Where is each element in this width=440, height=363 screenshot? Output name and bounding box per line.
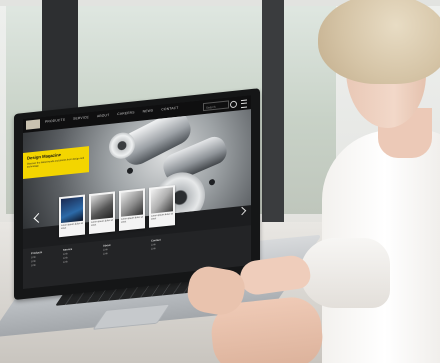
card-image <box>151 187 173 214</box>
window-frame-right <box>262 0 284 225</box>
footer-column: Products Link Link Link <box>31 251 42 268</box>
nav-item[interactable]: NEWS <box>143 108 154 113</box>
footer-title: About <box>103 243 111 248</box>
bolt <box>127 167 133 175</box>
footer-link[interactable]: Link <box>103 252 108 256</box>
footer-column: About Link Link <box>103 244 111 257</box>
footer-link[interactable]: Link <box>31 264 36 268</box>
nav-item[interactable]: CONTACT <box>161 106 178 112</box>
footer-column: Service Link Link Link <box>63 248 72 265</box>
footer-title: Service <box>63 247 73 252</box>
person-arm <box>300 238 390 308</box>
nav-item[interactable]: PRODUCTS <box>45 118 65 124</box>
footer-link[interactable]: Link <box>103 248 108 252</box>
card[interactable]: Lorem ipsum dolor sit amet <box>149 185 175 228</box>
laptop-screen: PRODUCTS SERVICE ABOUT CAREERS NEWS CONTACT S… <box>23 95 251 290</box>
person-hair <box>318 0 440 84</box>
card-image <box>91 193 113 220</box>
nav-item[interactable]: CAREERS <box>117 110 134 116</box>
footer-link[interactable]: Link <box>151 247 156 251</box>
footer-link[interactable]: Link <box>63 260 68 264</box>
card[interactable]: Lorem ipsum dolor sit amet <box>89 191 115 235</box>
card[interactable]: Lorem ipsum dolor sit amet <box>119 188 145 231</box>
site-logo[interactable] <box>26 119 40 130</box>
card-image <box>121 190 143 217</box>
footer-column: Contact Link Link <box>151 239 161 252</box>
photo-scene: PRODUCTS SERVICE ABOUT CAREERS NEWS CONTACT S… <box>0 0 440 363</box>
card[interactable]: Lorem ipsum dolor sit amet <box>59 194 85 238</box>
nav-item[interactable]: ABOUT <box>97 113 109 118</box>
footer-link[interactable]: Link <box>151 243 156 247</box>
card-caption: Lorem ipsum dolor sit amet <box>151 213 173 221</box>
footer-link[interactable]: Link <box>63 256 68 260</box>
card-image <box>61 196 83 224</box>
search-icon[interactable] <box>230 100 237 109</box>
card-caption: Lorem ipsum dolor sit amet <box>91 219 113 227</box>
card-caption: Lorem ipsum dolor sit amet <box>61 222 83 230</box>
card-caption: Lorem ipsum dolor sit amet <box>121 216 143 224</box>
hero-text-box: Design Magazine Discover the latest tren… <box>23 146 89 180</box>
footer-title: Contact <box>151 238 161 243</box>
nav-item[interactable]: SERVICE <box>73 115 89 121</box>
search-input[interactable]: Search <box>203 100 229 112</box>
footer-title: Products <box>31 251 43 256</box>
menu-icon[interactable] <box>241 99 247 109</box>
footer-link[interactable]: Link <box>63 252 68 256</box>
